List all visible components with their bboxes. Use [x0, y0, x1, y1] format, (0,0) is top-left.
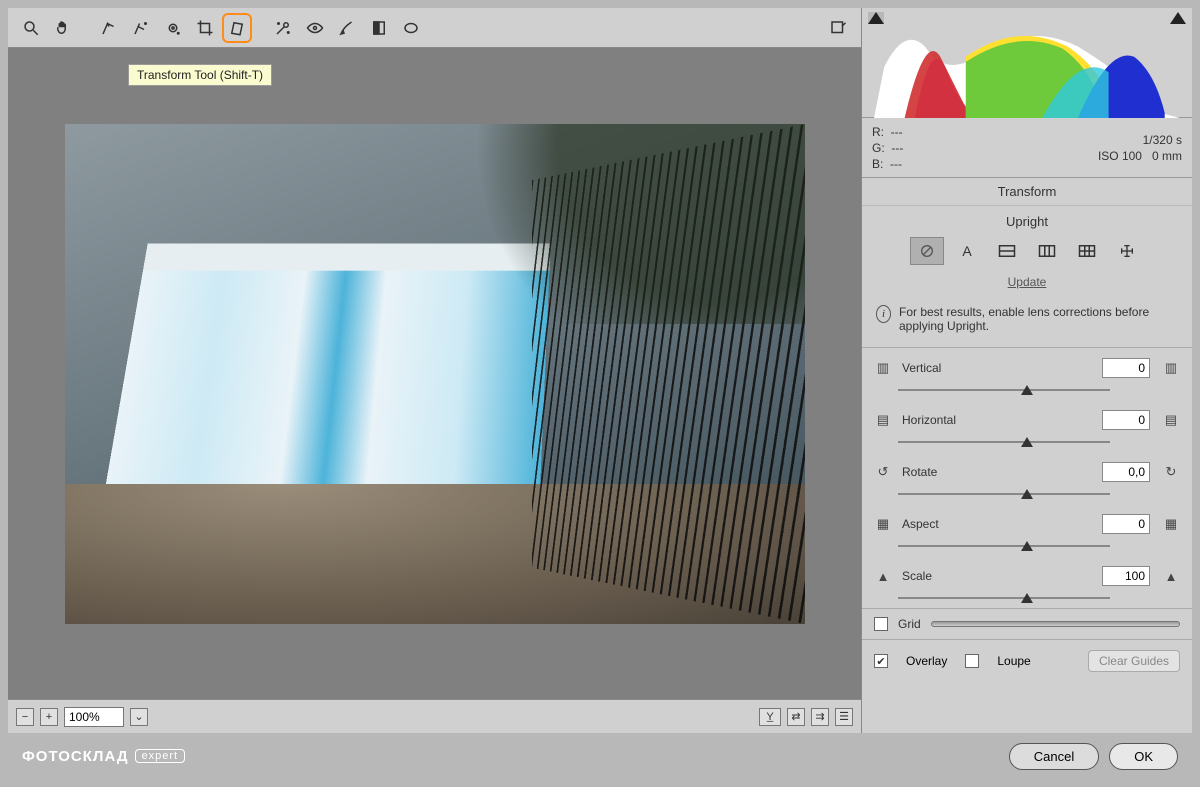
rotate-right-icon: ↻: [1162, 464, 1180, 480]
r-value: ---: [891, 125, 903, 139]
upright-tip-text: For best results, enable lens correction…: [899, 305, 1178, 333]
spot-removal-tool-icon[interactable]: [268, 13, 298, 43]
g-label: G:: [872, 141, 885, 155]
adjustment-brush-tool-icon[interactable]: [332, 13, 362, 43]
scale-left-icon: ▲: [874, 569, 892, 584]
hand-tool-icon[interactable]: [48, 13, 78, 43]
overlay-checkbox[interactable]: ✔: [874, 654, 888, 668]
zoom-level-input[interactable]: [64, 707, 124, 727]
vertical-left-icon: ▥: [874, 360, 892, 376]
scale-right-icon: ▲: [1162, 569, 1180, 584]
b-label: B:: [872, 157, 883, 171]
color-sampler-tool-icon[interactable]: [126, 13, 156, 43]
zoom-out-button[interactable]: −: [16, 708, 34, 726]
ok-button[interactable]: OK: [1109, 743, 1178, 770]
brand-logo: ФОТОСКЛАД expert: [22, 748, 185, 765]
vertical-input[interactable]: [1102, 358, 1150, 378]
aspect-right-icon: ▦: [1162, 516, 1180, 532]
swap-views-icon[interactable]: ⇄: [787, 708, 805, 726]
upright-auto-button[interactable]: A: [950, 237, 984, 265]
editor-left-pane: Transform Tool (Shift-T) − + ⌄ Y̲ ⇄ ⇉: [8, 8, 862, 733]
aspect-slider[interactable]: [874, 540, 1180, 552]
graduated-filter-tool-icon[interactable]: [364, 13, 394, 43]
horizontal-label: Horizontal: [902, 413, 1092, 427]
upright-guided-button[interactable]: [1110, 237, 1144, 265]
upright-full-button[interactable]: [1070, 237, 1104, 265]
vertical-right-icon: ▥: [1162, 360, 1180, 376]
rotate-input[interactable]: [1102, 462, 1150, 482]
aspect-left-icon: ▦: [874, 516, 892, 532]
zoom-dropdown-icon[interactable]: ⌄: [130, 708, 148, 726]
clear-guides-button[interactable]: Clear Guides: [1088, 650, 1180, 672]
zoom-in-button[interactable]: +: [40, 708, 58, 726]
overlay-label: Overlay: [906, 654, 947, 668]
iso-value: ISO 100: [1098, 149, 1142, 163]
brand-text: ФОТОСКЛАД: [22, 748, 129, 765]
brand-sub: expert: [135, 749, 186, 763]
white-balance-tool-icon[interactable]: [94, 13, 124, 43]
horizontal-input[interactable]: [1102, 410, 1150, 430]
grid-checkbox[interactable]: [874, 617, 888, 631]
right-panel: R: --- G: --- B: --- 1/320 s ISO 100 0 m…: [862, 8, 1192, 733]
upright-title: Upright: [862, 206, 1192, 233]
exif-info-row: R: --- G: --- B: --- 1/320 s ISO 100 0 m…: [862, 118, 1192, 178]
open-preferences-icon[interactable]: [823, 13, 853, 43]
upright-off-button[interactable]: [910, 237, 944, 265]
grid-row: Grid: [862, 608, 1192, 639]
aspect-label: Aspect: [902, 517, 1092, 531]
scale-input[interactable]: [1102, 566, 1150, 586]
image-preview: [65, 124, 805, 624]
loupe-label: Loupe: [997, 654, 1030, 668]
upright-level-button[interactable]: [990, 237, 1024, 265]
rotate-slider[interactable]: [874, 488, 1180, 500]
horizontal-right-icon: ▤: [1162, 412, 1180, 428]
radial-filter-tool-icon[interactable]: [396, 13, 426, 43]
transform-sliders: ▥ Vertical ▥ ▤ Horizontal ▤ ↺ Rotate: [862, 348, 1192, 608]
histogram-panel[interactable]: [862, 8, 1192, 118]
upright-button-group: A: [862, 233, 1192, 273]
b-value: ---: [890, 157, 902, 171]
transform-tool-icon[interactable]: [222, 13, 252, 43]
toggle-panels-icon[interactable]: ☰: [835, 708, 853, 726]
upright-update-link[interactable]: Update: [862, 273, 1192, 299]
vertical-label: Vertical: [902, 361, 1092, 375]
rotate-label: Rotate: [902, 465, 1092, 479]
canvas-area[interactable]: Transform Tool (Shift-T): [8, 48, 861, 699]
footer-bar: ФОТОСКЛАД expert Cancel OK: [8, 733, 1192, 779]
tool-tooltip: Transform Tool (Shift-T): [128, 64, 272, 86]
horizontal-slider[interactable]: [874, 436, 1180, 448]
compare-mode-icon[interactable]: Y̲: [759, 708, 781, 726]
zoom-tool-icon[interactable]: [16, 13, 46, 43]
upright-tip: i For best results, enable lens correcti…: [862, 299, 1192, 348]
overlay-row: ✔ Overlay Loupe Clear Guides: [862, 639, 1192, 682]
vertical-slider[interactable]: [874, 384, 1180, 396]
panel-title: Transform: [862, 178, 1192, 206]
copy-settings-icon[interactable]: ⇉: [811, 708, 829, 726]
red-eye-tool-icon[interactable]: [300, 13, 330, 43]
cancel-button[interactable]: Cancel: [1009, 743, 1099, 770]
histogram-icon: [874, 16, 1180, 118]
shutter-value: 1/320 s: [1143, 133, 1182, 147]
g-value: ---: [891, 141, 903, 155]
rotate-left-icon: ↺: [874, 464, 892, 480]
info-icon: i: [876, 305, 891, 323]
r-label: R:: [872, 125, 884, 139]
scale-label: Scale: [902, 569, 1092, 583]
aspect-input[interactable]: [1102, 514, 1150, 534]
grid-label: Grid: [898, 617, 921, 631]
focal-value: 0 mm: [1152, 149, 1182, 163]
scale-slider[interactable]: [874, 592, 1180, 604]
targeted-adjustment-tool-icon[interactable]: [158, 13, 188, 43]
loupe-checkbox[interactable]: [965, 654, 979, 668]
grid-size-slider[interactable]: [931, 621, 1180, 627]
horizontal-left-icon: ▤: [874, 412, 892, 428]
top-toolbar: [8, 8, 861, 48]
status-bar: − + ⌄ Y̲ ⇄ ⇉ ☰: [8, 699, 861, 733]
upright-vertical-button[interactable]: [1030, 237, 1064, 265]
crop-tool-icon[interactable]: [190, 13, 220, 43]
